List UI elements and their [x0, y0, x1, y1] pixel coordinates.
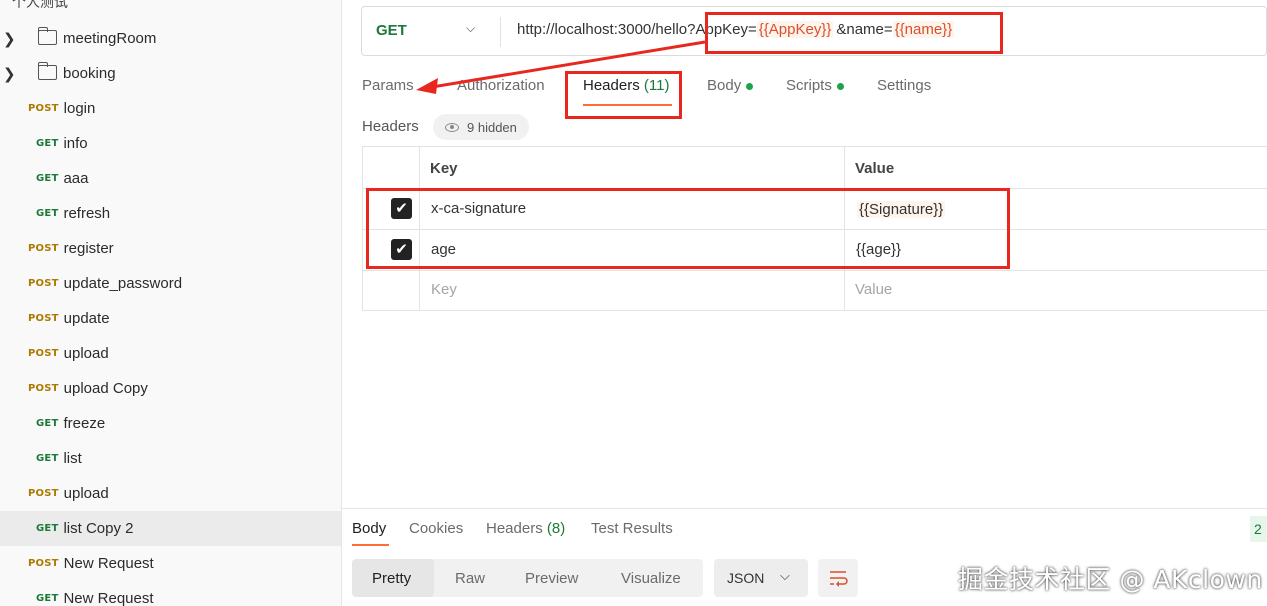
- tab-body-label: Body: [707, 77, 742, 94]
- new-header-value-input[interactable]: Value: [855, 281, 892, 298]
- sidebar-request[interactable]: POST register: [0, 231, 341, 266]
- folder-name: meetingRoom: [63, 30, 157, 47]
- folder-icon: [37, 27, 57, 45]
- sidebar-request[interactable]: POST update_password: [0, 266, 341, 301]
- wrap-lines-icon: [830, 571, 848, 587]
- hidden-headers-toggle[interactable]: 9 hidden: [433, 114, 529, 140]
- method-badge: GET: [36, 593, 59, 604]
- response-tab-test-results[interactable]: Test Results: [591, 520, 673, 537]
- request-name: upload: [63, 485, 109, 502]
- method-badge: POST: [28, 488, 59, 499]
- method-badge: POST: [28, 103, 59, 114]
- sidebar-request[interactable]: POST upload Copy: [0, 371, 341, 406]
- request-name: update_password: [63, 275, 183, 292]
- tab-body[interactable]: Body: [707, 77, 754, 94]
- request-name: info: [63, 135, 88, 152]
- request-name: list: [63, 450, 82, 467]
- collection-title[interactable]: 个人测试: [12, 0, 68, 12]
- method-badge: GET: [36, 173, 59, 184]
- method-badge: GET: [36, 208, 59, 219]
- watermark: 掘金技术社区 @ AKclown: [958, 565, 1263, 594]
- method-badge: POST: [28, 348, 59, 359]
- status-dot-icon: [836, 82, 844, 90]
- sidebar-request[interactable]: GET info: [0, 126, 341, 161]
- sidebar-request[interactable]: POST upload: [0, 336, 341, 371]
- response-tab-headers[interactable]: Headers (8): [486, 520, 565, 537]
- response-tab-cookies[interactable]: Cookies: [409, 520, 463, 537]
- sidebar-folder[interactable]: ❯ booking: [0, 56, 341, 91]
- annotation-headers-tab-box: [565, 71, 682, 119]
- request-name: login: [63, 100, 96, 117]
- row-divider: [363, 270, 1267, 271]
- hidden-count: 9 hidden: [467, 119, 517, 135]
- divider: [500, 17, 501, 47]
- method-badge: GET: [36, 523, 59, 534]
- wrap-lines-button[interactable]: [818, 559, 858, 597]
- method-select[interactable]: GET: [376, 22, 407, 39]
- sidebar-request[interactable]: POST New Request: [0, 546, 341, 581]
- view-mode-raw[interactable]: Raw: [455, 570, 485, 587]
- new-header-key-input[interactable]: Key: [431, 281, 457, 298]
- request-name: freeze: [63, 415, 106, 432]
- method-badge: GET: [36, 453, 59, 464]
- annotation-url-query-box: [705, 12, 1003, 54]
- sidebar-request[interactable]: POST upload: [0, 476, 341, 511]
- tab-settings[interactable]: Settings: [877, 77, 931, 94]
- request-name: list Copy 2: [63, 520, 134, 537]
- column-header-key: Key: [430, 160, 458, 177]
- annotation-headers-rows-box: [366, 188, 1010, 269]
- request-name: refresh: [63, 205, 111, 222]
- request-name: upload: [63, 345, 109, 362]
- view-mode-preview[interactable]: Preview: [525, 570, 578, 587]
- url-base: http://localhost:3000/hello: [517, 21, 688, 38]
- method-badge: GET: [36, 138, 59, 149]
- sidebar-request[interactable]: GET refresh: [0, 196, 341, 231]
- method-badge: POST: [28, 313, 59, 324]
- sidebar-request[interactable]: GET list: [0, 441, 341, 476]
- tab-authorization[interactable]: Authorization: [457, 77, 545, 94]
- request-name: register: [63, 240, 114, 257]
- tab-scripts-label: Scripts: [786, 77, 832, 94]
- request-name: New Request: [63, 590, 154, 606]
- status-badge: 2: [1250, 516, 1267, 542]
- response-tab-headers-label: Headers: [486, 520, 543, 537]
- sidebar-folder[interactable]: ❯ meetingRoom: [0, 21, 341, 56]
- view-mode-pretty[interactable]: Pretty: [372, 570, 411, 587]
- folder-icon: [37, 62, 57, 80]
- view-mode-visualize[interactable]: Visualize: [621, 570, 681, 587]
- eye-icon: [445, 122, 459, 132]
- sidebar-request-active[interactable]: GET list Copy 2: [0, 511, 341, 546]
- sidebar-request[interactable]: GET New Request: [0, 581, 341, 606]
- request-name: update: [63, 310, 110, 327]
- sidebar-request[interactable]: GET freeze: [0, 406, 341, 441]
- response-tab-body[interactable]: Body: [352, 520, 386, 537]
- chevron-down-icon[interactable]: ⌵: [466, 21, 475, 36]
- response-tab-headers-count: (8): [546, 520, 566, 537]
- active-tab-indicator: [352, 544, 389, 546]
- format-select[interactable]: JSON ⌵: [714, 559, 808, 597]
- method-badge: POST: [28, 558, 59, 569]
- folder-name: booking: [63, 65, 116, 82]
- request-name: aaa: [63, 170, 89, 187]
- sidebar-request[interactable]: POST update: [0, 301, 341, 336]
- chevron-down-icon: ⌵: [780, 568, 790, 583]
- method-badge: POST: [28, 243, 59, 254]
- headers-section-title: Headers: [362, 118, 419, 135]
- tab-scripts[interactable]: Scripts: [786, 77, 844, 94]
- format-select-value: JSON: [727, 570, 765, 586]
- request-name: New Request: [63, 555, 154, 572]
- tab-params[interactable]: Params: [362, 77, 414, 94]
- chevron-right-icon[interactable]: ❯: [3, 30, 16, 48]
- request-name: upload Copy: [63, 380, 148, 397]
- sidebar-request[interactable]: POST login: [0, 91, 341, 126]
- chevron-right-icon[interactable]: ❯: [3, 65, 16, 83]
- method-badge: POST: [28, 278, 59, 289]
- column-header-value: Value: [855, 160, 895, 177]
- status-dot-icon: [746, 82, 754, 90]
- method-badge: GET: [36, 418, 59, 429]
- sidebar-request[interactable]: GET aaa: [0, 161, 341, 196]
- collection-sidebar: 个人测试 ❯ meetingRoom ❯ booking POST login G…: [0, 0, 342, 606]
- method-badge: POST: [28, 383, 59, 394]
